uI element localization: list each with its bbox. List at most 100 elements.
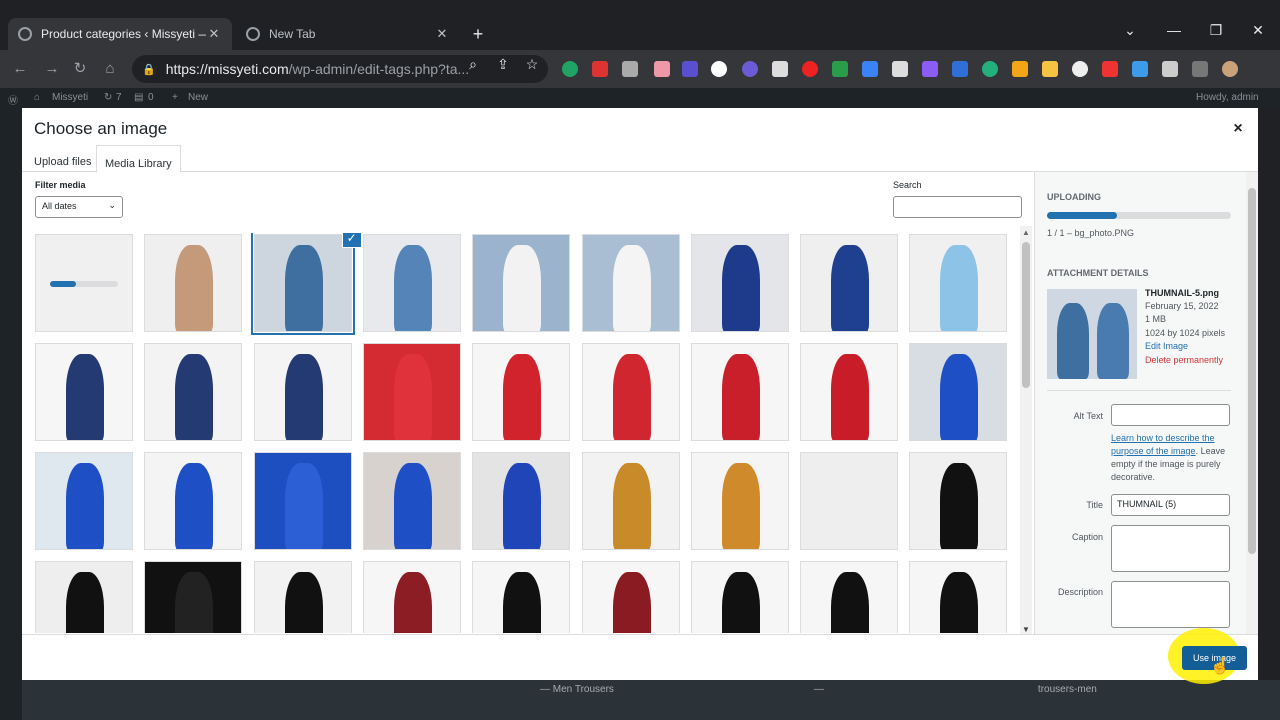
extension-icon[interactable] — [742, 61, 758, 77]
extension-icon[interactable] — [654, 61, 670, 77]
media-item-2[interactable] — [144, 234, 243, 332]
media-item-20[interactable] — [144, 452, 243, 550]
bookmark-star-icon[interactable]: ☆ — [523, 56, 541, 73]
share-icon[interactable]: ⇪ — [494, 56, 512, 73]
media-item-28[interactable] — [35, 561, 133, 633]
media-item-23[interactable] — [472, 452, 571, 550]
home-icon[interactable]: ⌂ — [100, 59, 120, 79]
profile-avatar[interactable] — [1222, 61, 1238, 77]
media-item-9[interactable] — [909, 234, 1008, 332]
caption-field[interactable] — [1111, 525, 1230, 572]
media-item-30[interactable] — [253, 561, 352, 633]
extension-icon[interactable] — [1102, 61, 1118, 77]
media-item-17[interactable] — [800, 343, 899, 441]
sidebar-scrollbar[interactable] — [1246, 172, 1258, 634]
media-item-thumbnail-5[interactable] — [253, 234, 352, 332]
extension-icon[interactable] — [772, 61, 788, 77]
media-item-7[interactable] — [690, 234, 789, 332]
media-item-4[interactable] — [362, 234, 461, 332]
scrollbar-thumb[interactable] — [1248, 188, 1256, 554]
media-item-16[interactable] — [690, 343, 789, 441]
media-item-13[interactable] — [362, 343, 461, 441]
back-icon[interactable]: ← — [10, 59, 30, 79]
address-bar[interactable]: 🔒 https://missyeti.com/wp-admin/edit-tag… — [132, 55, 548, 83]
extension-icon[interactable] — [1162, 61, 1178, 77]
extensions-puzzle-icon[interactable] — [1192, 61, 1208, 77]
reload-icon[interactable]: ↻ — [70, 59, 90, 79]
extension-ia-icon[interactable] — [682, 61, 698, 77]
tab-product-categories[interactable]: Product categories ‹ Missyeti — W ✕ — [8, 18, 232, 50]
close-window-icon[interactable]: ✕ — [1248, 22, 1268, 39]
tab-upload-files[interactable]: Upload files — [26, 152, 99, 180]
media-item-25[interactable] — [690, 452, 789, 550]
date-filter-select[interactable]: All dates ⌄ — [35, 196, 123, 218]
extension-icon[interactable] — [982, 61, 998, 77]
close-tab-icon[interactable]: ✕ — [434, 26, 450, 42]
uploading-placeholder[interactable] — [35, 234, 133, 332]
media-item-36[interactable] — [909, 561, 1008, 633]
media-item-5[interactable] — [472, 234, 571, 332]
alt-text-field[interactable] — [1111, 404, 1230, 426]
media-item-15[interactable] — [581, 343, 680, 441]
scrollbar-thumb[interactable] — [1022, 242, 1030, 388]
extension-fonts-icon[interactable] — [711, 61, 727, 77]
extension-icon[interactable] — [862, 61, 878, 77]
title-field[interactable]: THUMNAIL (5) — [1111, 494, 1230, 516]
close-modal-button[interactable]: × — [1230, 120, 1246, 138]
media-item-11[interactable] — [144, 343, 243, 441]
extension-icon[interactable] — [952, 61, 968, 77]
media-item-34[interactable] — [690, 561, 789, 633]
search-input[interactable] — [893, 196, 1022, 218]
minimize-icon[interactable]: — — [1164, 22, 1184, 38]
tab-media-library[interactable]: Media Library — [96, 145, 181, 173]
adminbar-new[interactable]: New — [188, 92, 208, 103]
media-item-14[interactable] — [472, 343, 571, 441]
zoom-icon[interactable]: ⌕ — [464, 56, 482, 73]
extension-icon[interactable] — [1012, 61, 1028, 77]
media-item-18[interactable] — [909, 343, 1008, 441]
media-grid-scrollbar[interactable]: ▲ ▼ — [1020, 226, 1032, 634]
media-item-22[interactable] — [362, 452, 461, 550]
media-item-12[interactable] — [253, 343, 352, 441]
media-item-24[interactable] — [581, 452, 680, 550]
wordpress-logo-icon[interactable]: Ⓦ — [8, 92, 18, 107]
media-item-6[interactable] — [581, 234, 680, 332]
adminbar-updates-count[interactable]: 7 — [116, 92, 122, 103]
media-item-27[interactable] — [909, 452, 1008, 550]
media-item-8[interactable] — [800, 234, 899, 332]
media-item-32[interactable] — [472, 561, 571, 633]
edit-image-link[interactable]: Edit Image — [1145, 341, 1188, 351]
forward-icon[interactable]: → — [42, 59, 62, 79]
scroll-down-icon[interactable]: ▼ — [1022, 625, 1030, 634]
adminbar-howdy[interactable]: Howdy, admin — [1196, 92, 1259, 103]
extension-icon[interactable] — [1072, 61, 1088, 77]
extension-icon[interactable] — [802, 61, 818, 77]
tab-search-icon[interactable]: ⌄ — [1120, 22, 1140, 39]
media-item-10[interactable] — [35, 343, 133, 441]
extension-grammarly-icon[interactable] — [562, 61, 578, 77]
extension-camera-icon[interactable] — [622, 61, 638, 77]
media-item-26[interactable] — [800, 452, 899, 550]
adminbar-site-name[interactable]: Missyeti — [52, 92, 88, 103]
delete-permanently-link[interactable]: Delete permanently — [1145, 355, 1223, 365]
new-tab-button[interactable]: + — [468, 24, 488, 45]
media-item-29[interactable] — [144, 561, 243, 633]
extension-new-icon[interactable] — [832, 61, 848, 77]
extension-icon[interactable] — [892, 61, 908, 77]
media-item-31[interactable] — [362, 561, 461, 633]
extension-icon[interactable] — [1042, 61, 1058, 77]
media-item-21[interactable] — [253, 452, 352, 550]
close-tab-icon[interactable]: ✕ — [206, 26, 222, 42]
description-field[interactable] — [1111, 581, 1230, 628]
restore-icon[interactable]: ❐ — [1206, 22, 1226, 39]
media-item-19[interactable] — [35, 452, 133, 550]
adminbar-comments-count[interactable]: 0 — [148, 92, 154, 103]
media-item-33[interactable] — [581, 561, 680, 633]
selected-check-icon[interactable]: ✓ — [341, 233, 362, 248]
extension-icon[interactable] — [592, 61, 608, 77]
extension-icon[interactable] — [922, 61, 938, 77]
extension-icon[interactable] — [1132, 61, 1148, 77]
scroll-up-icon[interactable]: ▲ — [1022, 228, 1030, 237]
tab-new-tab[interactable]: New Tab ✕ — [236, 18, 460, 50]
media-item-35[interactable] — [800, 561, 899, 633]
